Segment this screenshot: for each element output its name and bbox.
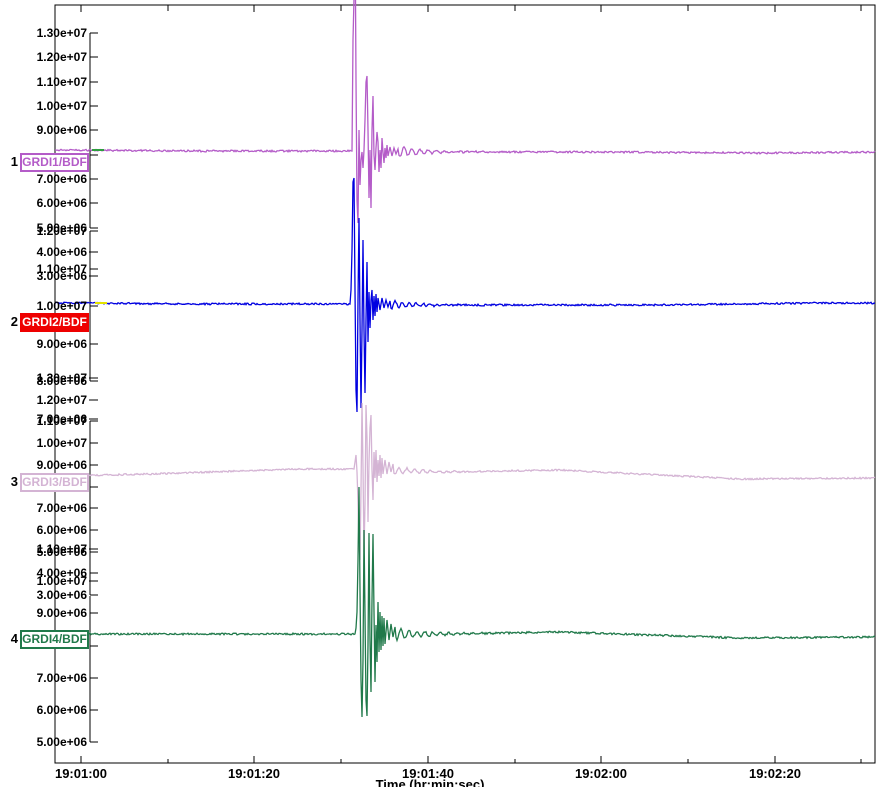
channel-label-grdi1-bdf[interactable]: GRDI1/BDF	[20, 153, 89, 172]
channel-number: 2	[6, 314, 18, 330]
y-tick-label: 7.00e+06	[37, 501, 87, 515]
y-tick-label: 9.00e+06	[37, 123, 87, 137]
y-tick-label: 3.00e+06	[37, 588, 87, 602]
y-tick-label: 1.00e+07	[37, 574, 87, 588]
y-tick-label: 6.00e+06	[37, 196, 87, 210]
y-tick-label: 6.00e+06	[37, 703, 87, 717]
labels-layer: 19:01:0019:01:2019:01:4019:02:0019:02:20…	[0, 0, 885, 787]
y-tick-label: 1.30e+07	[37, 26, 87, 40]
x-axis-title: Time (hr:min:sec)	[330, 777, 530, 787]
y-tick-label: 1.10e+07	[37, 414, 87, 428]
y-tick-label: 7.00e+06	[37, 671, 87, 685]
y-tick-label: 1.20e+07	[37, 50, 87, 64]
y-tick-label: 1.20e+07	[37, 393, 87, 407]
y-tick-label: 1.10e+07	[37, 75, 87, 89]
x-tick-label: 19:02:20	[730, 767, 820, 781]
x-tick-label: 19:01:20	[209, 767, 299, 781]
channel-label-grdi4-bdf[interactable]: GRDI4/BDF	[20, 630, 89, 649]
y-tick-label: 9.00e+06	[37, 337, 87, 351]
y-tick-label: 1.10e+07	[37, 262, 87, 276]
y-tick-label: 6.00e+06	[37, 523, 87, 537]
x-tick-label: 19:02:00	[556, 767, 646, 781]
y-tick-label: 9.00e+06	[37, 458, 87, 472]
y-tick-label: 1.00e+07	[37, 299, 87, 313]
y-tick-label: 1.20e+07	[37, 224, 87, 238]
y-tick-label: 1.10e+07	[37, 542, 87, 556]
y-tick-label: 1.00e+07	[37, 99, 87, 113]
waveform-viewer: 19:01:0019:01:2019:01:4019:02:0019:02:20…	[0, 0, 885, 787]
channel-number: 3	[6, 474, 18, 490]
y-tick-label: 4.00e+06	[37, 245, 87, 259]
y-tick-label: 7.00e+06	[37, 172, 87, 186]
channel-label-grdi2-bdf[interactable]: GRDI2/BDF	[20, 313, 89, 332]
y-tick-label: 5.00e+06	[37, 735, 87, 749]
channel-number: 4	[6, 631, 18, 647]
x-tick-label: 19:01:00	[36, 767, 126, 781]
y-tick-label: 1.30e+07	[37, 371, 87, 385]
y-tick-label: 1.00e+07	[37, 436, 87, 450]
channel-number: 1	[6, 154, 18, 170]
channel-label-grdi3-bdf[interactable]: GRDI3/BDF	[20, 473, 89, 492]
y-tick-label: 9.00e+06	[37, 606, 87, 620]
